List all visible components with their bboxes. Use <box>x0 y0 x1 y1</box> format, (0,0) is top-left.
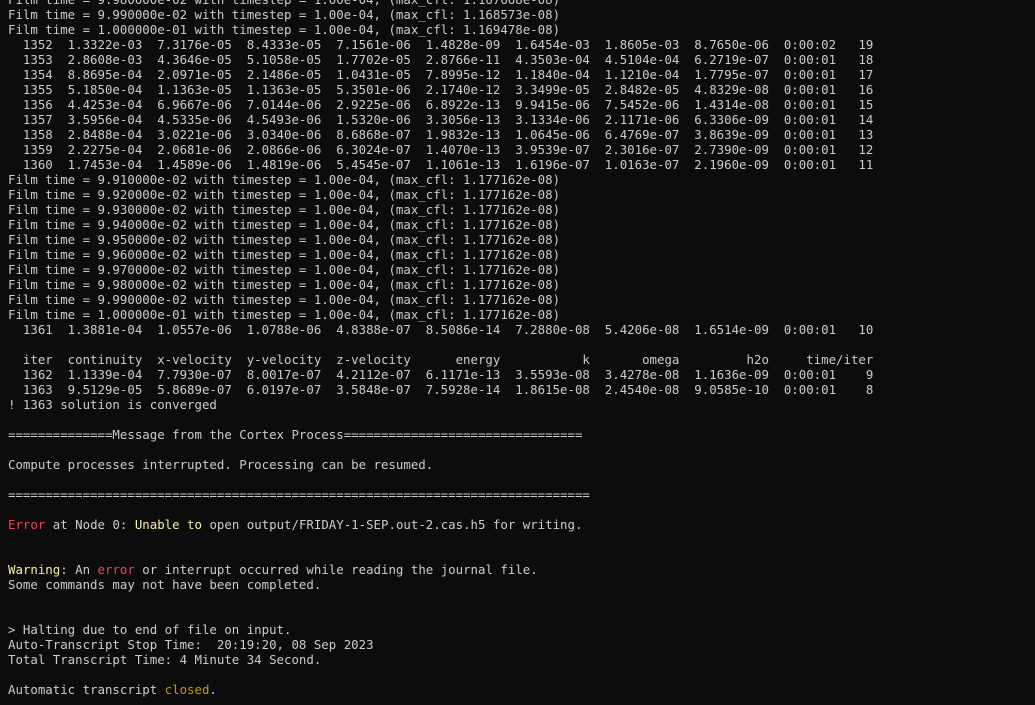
terminal-text: Film time = 9.970000e-02 with timestep =… <box>8 262 561 277</box>
terminal-line: Film time = 9.970000e-02 with timestep =… <box>0 262 1035 277</box>
terminal-line: Film time = 9.990000e-02 with timestep =… <box>0 292 1035 307</box>
terminal-text: Unable to <box>134 517 202 532</box>
terminal-line: 1358 2.8488e-04 3.0221e-06 3.0340e-06 8.… <box>0 127 1035 142</box>
terminal-line: Some commands may not have been complete… <box>0 577 1035 592</box>
terminal-text: Film time = 9.990000e-02 with timestep =… <box>8 292 561 307</box>
terminal-text: Warning <box>8 562 61 577</box>
terminal-text: 1356 4.4253e-04 6.9667e-06 7.0144e-06 2.… <box>8 97 874 112</box>
terminal-text: open output/FRIDAY-1-SEP.out-2.cas.h5 fo… <box>201 517 583 532</box>
terminal-text: ==============Message from the Cortex Pr… <box>8 427 583 442</box>
terminal-line: Film time = 9.920000e-02 with timestep =… <box>0 187 1035 202</box>
terminal-line: 1361 1.3881e-04 1.0557e-06 1.0788e-06 4.… <box>0 322 1035 337</box>
terminal-text: 1358 2.8488e-04 3.0221e-06 3.0340e-06 8.… <box>8 127 874 142</box>
terminal-text: Compute processes interrupted. Processin… <box>8 457 434 472</box>
terminal-text: Automatic transcript <box>8 682 165 697</box>
terminal-line: Film time = 1.000000e-01 with timestep =… <box>0 307 1035 322</box>
terminal-text: . <box>209 682 217 697</box>
terminal-text: 1355 5.1850e-04 1.1363e-05 1.1363e-05 5.… <box>8 82 874 97</box>
terminal-text: closed <box>164 682 210 697</box>
terminal-line: Film time = 9.940000e-02 with timestep =… <box>0 217 1035 232</box>
terminal-text: Film time = 9.950000e-02 with timestep =… <box>8 232 561 247</box>
terminal-text: Film time = 9.920000e-02 with timestep =… <box>8 187 561 202</box>
terminal-line: Film time = 9.930000e-02 with timestep =… <box>0 202 1035 217</box>
terminal-text: or interrupt occurred while reading the … <box>134 562 538 577</box>
terminal-line: ==============Message from the Cortex Pr… <box>0 427 1035 442</box>
terminal-line: Automatic transcript closed. <box>0 682 1035 697</box>
terminal-text: 1354 8.8695e-04 2.0971e-05 2.1486e-05 1.… <box>8 67 874 82</box>
terminal-line: 1359 2.2275e-04 2.0681e-06 2.0866e-06 6.… <box>0 142 1035 157</box>
terminal-line: 1352 1.3322e-03 7.3176e-05 8.4333e-05 7.… <box>0 37 1035 52</box>
terminal-text: Film time = 9.930000e-02 with timestep =… <box>8 202 561 217</box>
terminal-line: 1354 8.8695e-04 2.0971e-05 2.1486e-05 1.… <box>0 67 1035 82</box>
terminal-text: Film time = 1.000000e-01 with timestep =… <box>8 307 561 322</box>
terminal-line: 1353 2.8608e-03 4.3646e-05 5.1058e-05 1.… <box>0 52 1035 67</box>
terminal-text: 1353 2.8608e-03 4.3646e-05 5.1058e-05 1.… <box>8 52 874 67</box>
terminal-output[interactable]: Film time = 9.980000e-02 with timestep =… <box>0 0 1035 705</box>
terminal-line: Error at Node 0: Unable to open output/F… <box>0 517 1035 532</box>
terminal-line: 1362 1.1339e-04 7.7930e-07 8.0017e-07 4.… <box>0 367 1035 382</box>
terminal-line: 1363 9.5129e-05 5.8689e-07 6.0197e-07 3.… <box>0 382 1035 397</box>
terminal-line: Compute processes interrupted. Processin… <box>0 457 1035 472</box>
terminal-line: ========================================… <box>0 487 1035 502</box>
terminal-text: 1352 1.3322e-03 7.3176e-05 8.4333e-05 7.… <box>8 37 874 52</box>
terminal-line: Film time = 1.000000e-01 with timestep =… <box>0 22 1035 37</box>
terminal-line: iter continuity x-velocity y-velocity z-… <box>0 352 1035 367</box>
terminal-text: Auto-Transcript Stop Time: 20:19:20, 08 … <box>8 637 374 652</box>
terminal-text: : An <box>60 562 98 577</box>
terminal-line: Auto-Transcript Stop Time: 20:19:20, 08 … <box>0 637 1035 652</box>
terminal-line: Film time = 9.950000e-02 with timestep =… <box>0 232 1035 247</box>
terminal-text: at Node 0: <box>45 517 135 532</box>
terminal-text: error <box>97 562 135 577</box>
terminal-line: 1357 3.5956e-04 4.5335e-06 4.5493e-06 1.… <box>0 112 1035 127</box>
terminal-text: Film time = 9.980000e-02 with timestep =… <box>8 0 560 7</box>
terminal-text: ========================================… <box>8 487 590 502</box>
terminal-line: 1355 5.1850e-04 1.1363e-05 1.1363e-05 5.… <box>0 82 1035 97</box>
terminal-line: ! 1363 solution is converged <box>0 397 1035 412</box>
terminal-text: Some commands may not have been complete… <box>8 577 322 592</box>
terminal-text: 1362 1.1339e-04 7.7930e-07 8.0017e-07 4.… <box>8 367 874 382</box>
terminal-line: Film time = 9.980000e-02 with timestep =… <box>0 0 1035 7</box>
terminal-text: ! 1363 solution is converged <box>8 397 217 412</box>
terminal-line: 1360 1.7453e-04 1.4589e-06 1.4819e-06 5.… <box>0 157 1035 172</box>
terminal-line: Film time = 9.960000e-02 with timestep =… <box>0 247 1035 262</box>
terminal-text: Film time = 9.990000e-02 with timestep =… <box>8 7 561 22</box>
terminal-text: 1357 3.5956e-04 4.5335e-06 4.5493e-06 1.… <box>8 112 874 127</box>
terminal-line: 1356 4.4253e-04 6.9667e-06 7.0144e-06 2.… <box>0 97 1035 112</box>
terminal-text: 1360 1.7453e-04 1.4589e-06 1.4819e-06 5.… <box>8 157 874 172</box>
terminal-text: Error <box>8 517 46 532</box>
terminal-text: 1359 2.2275e-04 2.0681e-06 2.0866e-06 6.… <box>8 142 874 157</box>
terminal-text: Film time = 9.940000e-02 with timestep =… <box>8 217 561 232</box>
terminal-text: iter continuity x-velocity y-velocity z-… <box>8 352 874 367</box>
terminal-line: > Halting due to end of file on input. <box>0 622 1035 637</box>
terminal-text: Total Transcript Time: 4 Minute 34 Secon… <box>8 652 322 667</box>
terminal-text: > Halting due to end of file on input. <box>8 622 292 637</box>
terminal-line: Film time = 9.980000e-02 with timestep =… <box>0 277 1035 292</box>
terminal-line: Film time = 9.910000e-02 with timestep =… <box>0 172 1035 187</box>
terminal-line: Film time = 9.990000e-02 with timestep =… <box>0 7 1035 22</box>
terminal-text: Film time = 9.910000e-02 with timestep =… <box>8 172 561 187</box>
terminal-text: Film time = 9.980000e-02 with timestep =… <box>8 277 561 292</box>
terminal-text: Film time = 1.000000e-01 with timestep =… <box>8 22 561 37</box>
terminal-text: 1361 1.3881e-04 1.0557e-06 1.0788e-06 4.… <box>8 322 874 337</box>
terminal-text: Film time = 9.960000e-02 with timestep =… <box>8 247 561 262</box>
terminal-text: 1363 9.5129e-05 5.8689e-07 6.0197e-07 3.… <box>8 382 874 397</box>
terminal-line: Total Transcript Time: 4 Minute 34 Secon… <box>0 652 1035 667</box>
terminal-line: Warning: An error or interrupt occurred … <box>0 562 1035 577</box>
